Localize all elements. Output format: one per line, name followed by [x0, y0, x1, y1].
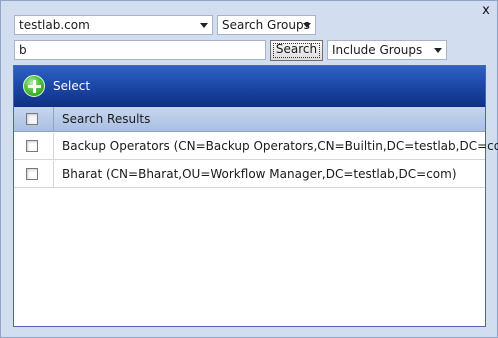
- chevron-down-icon: [303, 23, 311, 28]
- domain-dropdown[interactable]: testlab.com: [14, 15, 213, 35]
- chevron-down-icon: [434, 48, 442, 53]
- close-icon[interactable]: x: [479, 4, 493, 18]
- search-input[interactable]: b: [14, 40, 266, 60]
- search-input-value: b: [19, 43, 27, 57]
- row-checkbox[interactable]: [26, 168, 38, 180]
- header-check-cell: [14, 107, 54, 131]
- row-label: Bharat (CN=Bharat,OU=Workflow Manager,DC…: [62, 167, 457, 181]
- search-scope-value: Search Groups: [222, 18, 310, 32]
- include-mode-value: Include Groups: [332, 43, 423, 57]
- search-button-label: Search: [275, 42, 318, 56]
- table-row[interactable]: Bharat (CN=Bharat,OU=Workflow Manager,DC…: [14, 161, 485, 188]
- results-header: Search Results: [14, 107, 485, 132]
- select-button[interactable]: Select: [53, 79, 90, 93]
- search-scope-dropdown[interactable]: Search Groups: [217, 15, 316, 35]
- add-circle-icon[interactable]: [23, 75, 45, 97]
- row-checkbox[interactable]: [26, 140, 38, 152]
- row-check-cell: [14, 161, 54, 187]
- include-mode-dropdown[interactable]: Include Groups: [327, 40, 447, 60]
- table-row[interactable]: Backup Operators (CN=Backup Operators,CN…: [14, 133, 498, 160]
- results-panel: Select Search Results Backup Operators (…: [13, 65, 498, 327]
- row-label: Backup Operators (CN=Backup Operators,CN…: [62, 139, 498, 153]
- results-toolbar: Select: [14, 66, 485, 107]
- search-button[interactable]: Search: [270, 40, 323, 61]
- domain-value: testlab.com: [19, 18, 90, 32]
- row-check-cell: [14, 133, 54, 159]
- chevron-down-icon: [200, 23, 208, 28]
- search-dialog: x testlab.com Search Groups b Search Inc…: [0, 0, 498, 338]
- select-all-checkbox[interactable]: [26, 113, 38, 125]
- results-header-label: Search Results: [62, 112, 151, 126]
